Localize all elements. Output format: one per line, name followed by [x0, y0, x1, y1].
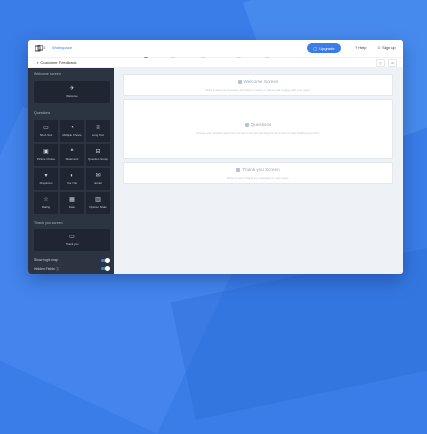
hidden-fields-toggle[interactable]: [101, 266, 110, 271]
workspace-count: 3: [43, 45, 46, 50]
tile-label: Date: [69, 205, 75, 209]
yes-no-icon: ◐: [70, 173, 74, 179]
questions-card[interactable]: Questions Choose your question type from…: [123, 99, 393, 159]
dropdown-icon: ▾: [44, 173, 48, 179]
tile-label: Long Text: [91, 133, 105, 137]
question-type-long-text[interactable]: ≡ Long Text: [86, 120, 110, 142]
card-title: Questions: [124, 122, 392, 127]
tile-label: Dropdown: [39, 181, 53, 185]
tile-label: Rating: [41, 205, 51, 209]
question-group-icon: ⊟: [95, 149, 101, 155]
form-name-label: Customer Feedback: [40, 60, 77, 65]
email-icon: ✉: [95, 173, 101, 179]
long-text-icon: ≡: [96, 125, 100, 131]
user-icon: ☺: [377, 45, 382, 50]
question-type-yes-no[interactable]: ◐ Yes / No: [60, 168, 84, 190]
tile-label: Short Text: [39, 133, 53, 137]
lock-icon: ▪: [37, 60, 39, 65]
picture-choice-icon: ▣: [43, 149, 49, 155]
tile-label: Thank you: [65, 242, 79, 246]
toggle-label: Show logic map: [34, 258, 58, 262]
upgrade-button[interactable]: ▢ Upgrade: [307, 43, 341, 53]
questions-section-label: Questions: [34, 111, 51, 115]
top-bar: 3 Workspace ▢ Upgrade ? Help ☺ Sign up ✓…: [28, 40, 403, 63]
tile-label: Picture Choice: [36, 157, 56, 161]
date-icon: ▦: [69, 197, 75, 203]
question-type-date[interactable]: ▦ Date: [60, 192, 84, 214]
tile-label: Multiple Choice: [62, 133, 82, 137]
question-type-opinion-scale[interactable]: ▥ Opinion Scale: [86, 192, 110, 214]
thankyou-icon: [236, 167, 241, 172]
multiple-choice-icon: ◔: [70, 125, 74, 131]
statement-icon: ❝: [70, 149, 74, 155]
question-type-multiple-choice[interactable]: ◔ Multiple Choice: [60, 120, 84, 142]
form-name[interactable]: ▪ Customer Feedback: [37, 60, 76, 65]
rocket-icon: ✈: [69, 86, 75, 92]
question-type-dropdown[interactable]: ▾ Dropdown: [34, 168, 58, 190]
signup-label: Sign up: [382, 45, 396, 50]
questions-icon: [244, 122, 249, 127]
thankyou-section-label: Thank you screen: [34, 221, 63, 225]
sidebar: Welcome screen ✈ Welcome Questions ▭ Shor…: [28, 68, 114, 274]
logo-icon[interactable]: [35, 45, 43, 52]
welcome-tile[interactable]: ✈ Welcome: [34, 81, 110, 103]
card-title: Welcome Screen: [124, 79, 392, 84]
question-type-statement[interactable]: ❝ Statement: [60, 144, 84, 166]
card-subtitle: Write a custom thank you message for you…: [226, 176, 290, 180]
question-type-picture-choice[interactable]: ▣ Picture Choice: [34, 144, 58, 166]
question-type-question-group[interactable]: ⊟ Question Group: [86, 144, 110, 166]
logic-map-toggle[interactable]: [101, 257, 110, 263]
tile-label: Yes / No: [66, 181, 78, 185]
card-title: Thank you Screen: [124, 167, 392, 172]
app-window: 3 Workspace ▢ Upgrade ? Help ☺ Sign up ✓…: [28, 40, 403, 274]
workspace-link[interactable]: Workspace: [52, 45, 72, 50]
welcome-screen-card[interactable]: Welcome Screen Write a welcome message. …: [123, 74, 393, 96]
form-tools: ◫ ⚙: [376, 59, 397, 67]
toggle-label: Hidden Fields ⓘ: [34, 267, 60, 271]
card-subtitle: Choose your question type from the list …: [196, 131, 320, 135]
form-canvas: Welcome Screen Write a welcome message. …: [114, 68, 403, 274]
tile-label: Question Group: [88, 157, 108, 161]
hidden-fields-toggle-row: Hidden Fields ⓘ: [34, 266, 110, 271]
tile-label: Email: [94, 181, 102, 185]
tile-label: Welcome: [66, 94, 78, 98]
upgrade-icon: ▢: [313, 45, 318, 51]
rating-icon: ☆: [43, 197, 49, 203]
thankyou-tile[interactable]: ▭ Thank you: [34, 229, 110, 251]
thankyou-screen-card[interactable]: Thank you Screen Write a custom thank yo…: [123, 162, 393, 184]
form-bar: ▪ Customer Feedback ◫ ⚙: [28, 58, 403, 68]
short-text-icon: ▭: [43, 125, 49, 131]
welcome-section-label: Welcome screen: [34, 72, 61, 76]
question-type-rating[interactable]: ☆ Rating: [34, 192, 58, 214]
help-label: Help: [358, 45, 367, 50]
signup-link[interactable]: ☺ Sign up: [377, 45, 396, 50]
upgrade-label: Upgrade: [319, 45, 335, 51]
tile-label: Statement: [65, 157, 79, 161]
question-type-short-text[interactable]: ▭ Short Text: [34, 120, 58, 142]
welcome-icon: [237, 79, 242, 84]
thank-you-icon: ▭: [69, 234, 75, 240]
preview-icon[interactable]: ◫: [376, 59, 385, 67]
logic-map-toggle-row: Show logic map: [34, 257, 110, 263]
settings-icon[interactable]: ⚙: [388, 59, 397, 67]
help-icon: ?: [355, 45, 358, 50]
tile-label: Opinion Scale: [89, 205, 107, 209]
question-type-email[interactable]: ✉ Email: [86, 168, 110, 190]
card-subtitle: Write a welcome message. Add logos, imag…: [205, 88, 311, 92]
opinion-scale-icon: ▥: [95, 197, 101, 203]
info-icon[interactable]: ⓘ: [56, 267, 59, 271]
help-link[interactable]: ? Help: [355, 45, 366, 50]
